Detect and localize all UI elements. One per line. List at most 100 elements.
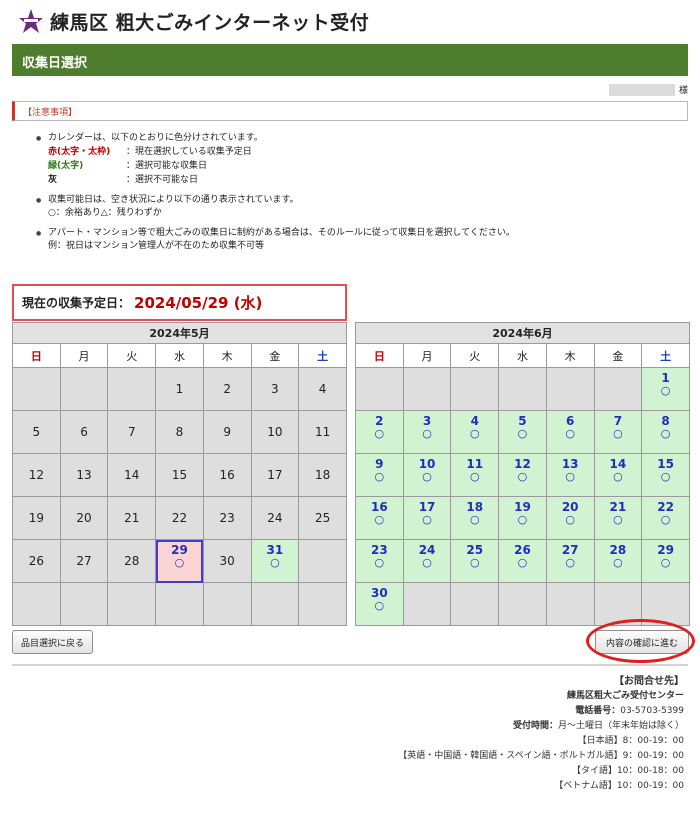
availability-mark: ○ <box>613 427 623 440</box>
calendar-day-selectable[interactable]: 13 ○ <box>545 453 595 497</box>
calendar-day-unavailable: 17 <box>250 453 300 497</box>
availability-mark: ○ <box>469 513 480 526</box>
availability-mark: ○ <box>517 513 528 526</box>
contact-info: 【お問合せ先】 練馬区粗大ごみ受付センター 電話番号：03-5703-5399 … <box>398 674 684 794</box>
calendar-day-selectable[interactable]: 19 ○ <box>498 496 547 540</box>
calendar-day-selectable[interactable]: 2 ○ <box>355 410 404 454</box>
back-to-items-button[interactable]: 品目選択に戻る <box>12 630 93 654</box>
calendar-day-unavailable: 23 <box>202 496 252 540</box>
day-number: 19 <box>514 500 531 514</box>
calendar-empty-cell <box>545 367 595 411</box>
weekday-header: 月 <box>59 343 109 368</box>
current-date-label: 現在の収集予定日： <box>22 296 131 310</box>
calendar-empty-cell <box>12 367 61 411</box>
calendar-month-title: 2024年5月 <box>12 322 347 344</box>
availability-mark: ○ <box>565 427 575 440</box>
calendar-day-selectable[interactable]: 15 ○ <box>641 453 690 497</box>
availability-mark: ○ <box>374 470 385 483</box>
day-number: 27 <box>561 543 579 557</box>
availability-mark: ○ <box>565 513 575 526</box>
availability-mark: ○ <box>469 427 480 440</box>
calendar-day-current[interactable]: 29 ○ <box>155 539 204 583</box>
availability-mark: ○ <box>660 470 671 483</box>
contact-hours-thai: 【タイ語】10：00-18：00 <box>571 766 684 776</box>
nerima-logo-icon <box>19 9 43 33</box>
calendar-day-selectable[interactable]: 5 ○ <box>498 410 547 454</box>
weekday-header: 金 <box>250 343 300 368</box>
contact-phone: 03-5703-5399 <box>620 706 684 716</box>
calendar-day-selectable[interactable]: 31 ○ <box>250 539 300 583</box>
weekday-header: 水 <box>498 343 547 368</box>
calendar-day-selectable[interactable]: 26 ○ <box>498 539 547 583</box>
calendar-day-selectable[interactable]: 27 ○ <box>545 539 595 583</box>
contact-title: 【お問合せ先】 <box>614 676 684 687</box>
weekday-header: 木 <box>545 343 595 368</box>
current-collection-date: 現在の収集予定日： 2024/05/29 (水) <box>12 284 347 321</box>
legend-key-gray: 灰 <box>48 175 58 185</box>
calendar-empty-cell <box>250 582 300 626</box>
calendar-day-selectable[interactable]: 3 ○ <box>402 410 452 454</box>
calendar-day-selectable[interactable]: 9 ○ <box>355 453 404 497</box>
calendar-day-unavailable: 8 <box>155 410 204 454</box>
calendar-day-unavailable: 24 <box>250 496 300 540</box>
notes-list: カレンダーは、以下のとおりに色分けされています。 赤(太字・太枠) ：現在選択し… <box>36 132 676 260</box>
weekday-header: 水 <box>155 343 204 368</box>
day-number: 23 <box>371 543 388 557</box>
calendar-day-selectable[interactable]: 8 ○ <box>641 410 690 454</box>
day-number: 31 <box>266 543 284 557</box>
calendar-day-selectable[interactable]: 6 ○ <box>545 410 595 454</box>
day-number: 10 <box>418 457 436 471</box>
calendar-day-selectable[interactable]: 14 ○ <box>593 453 643 497</box>
calendar-day-selectable[interactable]: 21 ○ <box>593 496 643 540</box>
calendar-day-selectable[interactable]: 4 ○ <box>450 410 500 454</box>
availability-mark: ○ <box>660 384 671 397</box>
calendar-day-selectable[interactable]: 1 ○ <box>641 367 690 411</box>
calendar-empty-cell <box>12 582 61 626</box>
calendar-day-selectable[interactable]: 20 ○ <box>545 496 595 540</box>
day-number: 6 <box>565 414 575 428</box>
day-number: 24 <box>418 543 436 557</box>
calendar-day-selectable[interactable]: 11 ○ <box>450 453 500 497</box>
calendar-empty-cell <box>545 582 595 626</box>
calendar-day-selectable[interactable]: 23 ○ <box>355 539 404 583</box>
calendar-day-selectable[interactable]: 30 ○ <box>355 582 404 626</box>
day-number: 4 <box>470 414 479 428</box>
calendar-day-selectable[interactable]: 24 ○ <box>402 539 452 583</box>
calendar-day-selectable[interactable]: 16 ○ <box>355 496 404 540</box>
calendar-day-unavailable: 11 <box>298 410 347 454</box>
legend-text-red: 現在選択している収集予定日 <box>135 147 252 157</box>
contact-center-name: 練馬区粗大ごみ受付センター <box>566 691 684 701</box>
availability-mark: ○ <box>565 470 575 483</box>
calendar-empty-cell <box>355 367 404 411</box>
day-number: 11 <box>466 457 484 471</box>
availability-mark: ○ <box>660 556 671 569</box>
calendar-day-selectable[interactable]: 12 ○ <box>498 453 547 497</box>
proceed-to-confirm-button[interactable]: 内容の確認に進む <box>595 630 689 654</box>
day-number: 2 <box>375 414 384 428</box>
day-number: 9 <box>375 457 384 471</box>
calendar-day-unavailable: 21 <box>107 496 157 540</box>
notice-label: 【注意事項】 <box>23 108 78 118</box>
calendar-day-selectable[interactable]: 7 ○ <box>593 410 643 454</box>
calendar-empty-cell <box>202 582 252 626</box>
calendar-empty-cell <box>59 367 109 411</box>
calendar-empty-cell <box>593 367 643 411</box>
calendar-empty-cell <box>498 367 547 411</box>
current-date-value: 2024/05/29 (水) <box>134 294 263 312</box>
contact-hours: 月～土曜日（年末年始は除く） <box>557 721 684 731</box>
calendar-day-selectable[interactable]: 25 ○ <box>450 539 500 583</box>
calendar-day-selectable[interactable]: 29 ○ <box>641 539 690 583</box>
calendar-day-selectable[interactable]: 18 ○ <box>450 496 500 540</box>
calendar-day-selectable[interactable]: 17 ○ <box>402 496 452 540</box>
calendar-day-unavailable: 6 <box>59 410 109 454</box>
user-name-masked <box>608 83 675 96</box>
calendar-day-unavailable: 30 <box>202 539 252 583</box>
site-header: 練馬区 粗大ごみインターネット受付 <box>18 6 369 36</box>
calendar-day-selectable[interactable]: 28 ○ <box>593 539 643 583</box>
calendar-day-unavailable: 18 <box>298 453 347 497</box>
day-number: 25 <box>466 543 484 557</box>
calendar-day-unavailable: 1 <box>155 367 204 411</box>
weekday-header: 火 <box>107 343 157 368</box>
calendar-day-selectable[interactable]: 10 ○ <box>402 453 452 497</box>
calendar-day-selectable[interactable]: 22 ○ <box>641 496 690 540</box>
